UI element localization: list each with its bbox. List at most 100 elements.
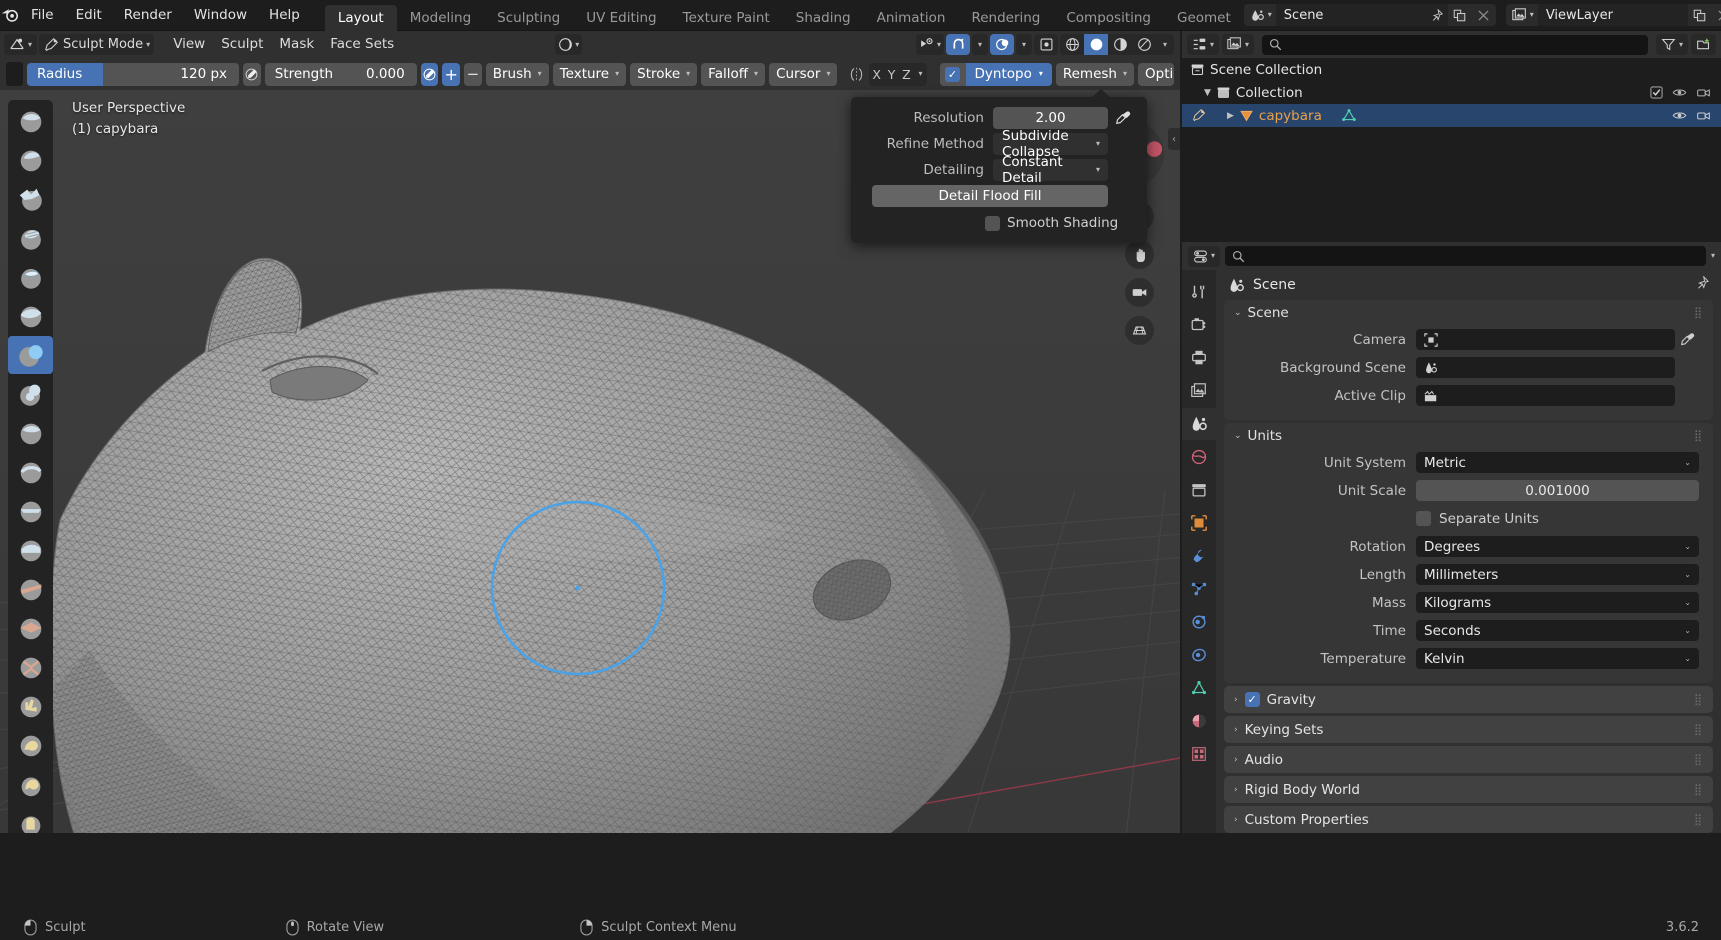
scene-tab[interactable] [1182, 408, 1216, 440]
workspace-tab-compositing[interactable]: Compositing [1053, 5, 1164, 31]
field-unit-scale-input[interactable]: 0.001000 [1416, 480, 1699, 501]
tool-thumb[interactable] [8, 804, 53, 833]
snap-options-chevron-icon[interactable]: ▾ [972, 34, 988, 55]
menu-window[interactable]: Window [183, 0, 258, 31]
properties-search-input[interactable] [1225, 246, 1706, 266]
symmetry-options-chevron-icon[interactable]: ▾ [914, 63, 927, 86]
workspace-tab-modeling[interactable]: Modeling [397, 5, 484, 31]
options-dropdown[interactable]: Option [1138, 62, 1174, 86]
viewlayer-name-field[interactable]: ViewLayer [1537, 4, 1688, 26]
brush-dropdown[interactable]: Brush ▾ [485, 62, 549, 86]
eye-icon[interactable] [1672, 108, 1687, 123]
show-gizmo-icon[interactable] [1034, 34, 1058, 55]
menu-edit[interactable]: Edit [65, 0, 113, 31]
camera-icon[interactable] [1696, 85, 1711, 100]
viewlayer-icon[interactable]: ▾ [1505, 4, 1538, 26]
falloff-dropdown[interactable]: Falloff ▾ [701, 62, 766, 86]
tool-clay[interactable] [8, 180, 53, 218]
tool-grab[interactable] [8, 687, 53, 725]
sculpt-mode-icon[interactable] [1192, 108, 1207, 123]
dyntopo-dropdown[interactable]: Dyntopo ▾ [965, 62, 1052, 86]
dyntopo-detailing-dropdown[interactable]: Constant Detail ▾ [993, 154, 1108, 186]
camera-icon[interactable] [1696, 108, 1711, 123]
scene-close-icon[interactable] [1471, 4, 1496, 26]
field-active-clip-input[interactable] [1416, 385, 1675, 406]
tool-multiplane-scrape[interactable] [8, 609, 53, 647]
filter-id-icon[interactable]: ▾ [1222, 34, 1255, 55]
field-unit-system-dropdown[interactable]: Metric ⌄ [1416, 452, 1699, 473]
strength-pressure-icon[interactable] [420, 62, 439, 86]
field-length-dropdown[interactable]: Millimeters ⌄ [1416, 564, 1699, 585]
menu-mask[interactable]: Mask [272, 34, 321, 55]
panel-audio[interactable]: › Audio ⣿ [1224, 746, 1713, 773]
shading-ball-icon[interactable]: ▾ [555, 34, 583, 55]
menu-view[interactable]: View [166, 34, 212, 55]
brush-strength-slider[interactable]: Strength 0.000 [264, 62, 417, 86]
menu-render[interactable]: Render [113, 0, 183, 31]
field-mass-dropdown[interactable]: Kilograms ⌄ [1416, 592, 1699, 613]
snap-magnet-icon[interactable] [946, 34, 970, 55]
world-tab[interactable] [1182, 441, 1216, 473]
panel-drag-dots[interactable]: ⣿ [1694, 429, 1703, 442]
brush-preview-icon[interactable] [6, 62, 23, 86]
shading-wireframe-icon[interactable] [1060, 34, 1084, 55]
brush-radius-slider[interactable]: Radius 120 px [26, 62, 240, 86]
panel-drag-dots[interactable]: ⣿ [1694, 693, 1703, 706]
workspace-tab-rendering[interactable]: Rendering [958, 5, 1053, 31]
field-time-dropdown[interactable]: Seconds ⌄ [1416, 620, 1699, 641]
tool-crease[interactable] [8, 414, 53, 452]
tool-clay-thumb[interactable] [8, 258, 53, 296]
brush-direction-add-button[interactable]: + [442, 62, 461, 86]
texture-dropdown[interactable]: Texture ▾ [552, 62, 627, 86]
scene-name-field[interactable]: Scene [1275, 4, 1426, 26]
remesh-dropdown[interactable]: Remesh ▾ [1055, 62, 1134, 86]
mesh-data-icon[interactable] [1341, 108, 1357, 124]
viewlayer-duplicate-icon[interactable] [1687, 4, 1712, 26]
particles-tab[interactable] [1182, 573, 1216, 605]
gravity-checkbox[interactable]: ✓ [1244, 692, 1260, 707]
tool-flatten[interactable] [8, 492, 53, 530]
physics-tab[interactable] [1182, 606, 1216, 638]
tool-smooth[interactable] [8, 453, 53, 491]
panel-scene-header[interactable]: ⌄ Scene ⣿ [1224, 300, 1713, 325]
panel-custom-properties[interactable]: › Custom Properties ⣿ [1224, 806, 1713, 833]
field-temperature-dropdown[interactable]: Kelvin ⌄ [1416, 648, 1699, 669]
symmetry-axis-y[interactable]: Y [884, 63, 899, 86]
tool-draw[interactable] [8, 102, 53, 140]
modifiers-tab[interactable] [1182, 540, 1216, 572]
tool-inflate[interactable] [8, 336, 53, 374]
menu-help[interactable]: Help [258, 0, 311, 31]
menu-face-sets[interactable]: Face Sets [323, 34, 401, 55]
expander-triangle-icon[interactable]: ▼ [1204, 88, 1211, 98]
proportional-falloff-chevron-icon[interactable]: ▾ [1016, 34, 1032, 55]
panel-rigid-body-world[interactable]: › Rigid Body World ⣿ [1224, 776, 1713, 803]
panel-drag-dots[interactable]: ⣿ [1694, 783, 1703, 796]
render-tab[interactable] [1182, 309, 1216, 341]
viewlayer-tab[interactable] [1182, 375, 1216, 407]
visibility-selectability-icon[interactable]: ▾ [915, 34, 944, 55]
cursor-dropdown[interactable]: Cursor ▾ [769, 62, 838, 86]
workspace-tab-shading[interactable]: Shading [783, 5, 864, 31]
shading-material-icon[interactable] [1108, 34, 1132, 55]
pin-icon[interactable] [1695, 275, 1710, 294]
object-tab[interactable] [1182, 507, 1216, 539]
proportional-editing-icon[interactable] [990, 34, 1014, 55]
toggle-perspective-icon[interactable] [1125, 316, 1154, 345]
tool-clay-strips[interactable] [8, 219, 53, 257]
tool-pinch[interactable] [8, 648, 53, 686]
brush-direction-subtract-button[interactable]: − [464, 62, 482, 86]
editor-type-3dview-icon[interactable]: ▾ [4, 34, 38, 55]
menu-file[interactable]: File [20, 0, 65, 31]
panel-units-header[interactable]: ⌄ Units ⣿ [1224, 423, 1713, 448]
outliner-row-scene-collection[interactable]: Scene Collection [1182, 58, 1721, 81]
panel-drag-dots[interactable]: ⣿ [1694, 306, 1703, 319]
dyntopo-checkbox[interactable]: ✓ [939, 62, 966, 86]
workspace-tab-uv-editing[interactable]: UV Editing [573, 5, 669, 31]
dyntopo-resolution-field[interactable]: 2.00 [993, 106, 1108, 129]
collection-tab[interactable] [1182, 474, 1216, 506]
tool-fill[interactable] [8, 531, 53, 569]
panel-keying-sets[interactable]: › Keying Sets ⣿ [1224, 716, 1713, 743]
expander-triangle-icon[interactable]: ▶ [1227, 111, 1234, 121]
data-tab[interactable] [1182, 672, 1216, 704]
panel-drag-dots[interactable]: ⣿ [1694, 813, 1703, 826]
